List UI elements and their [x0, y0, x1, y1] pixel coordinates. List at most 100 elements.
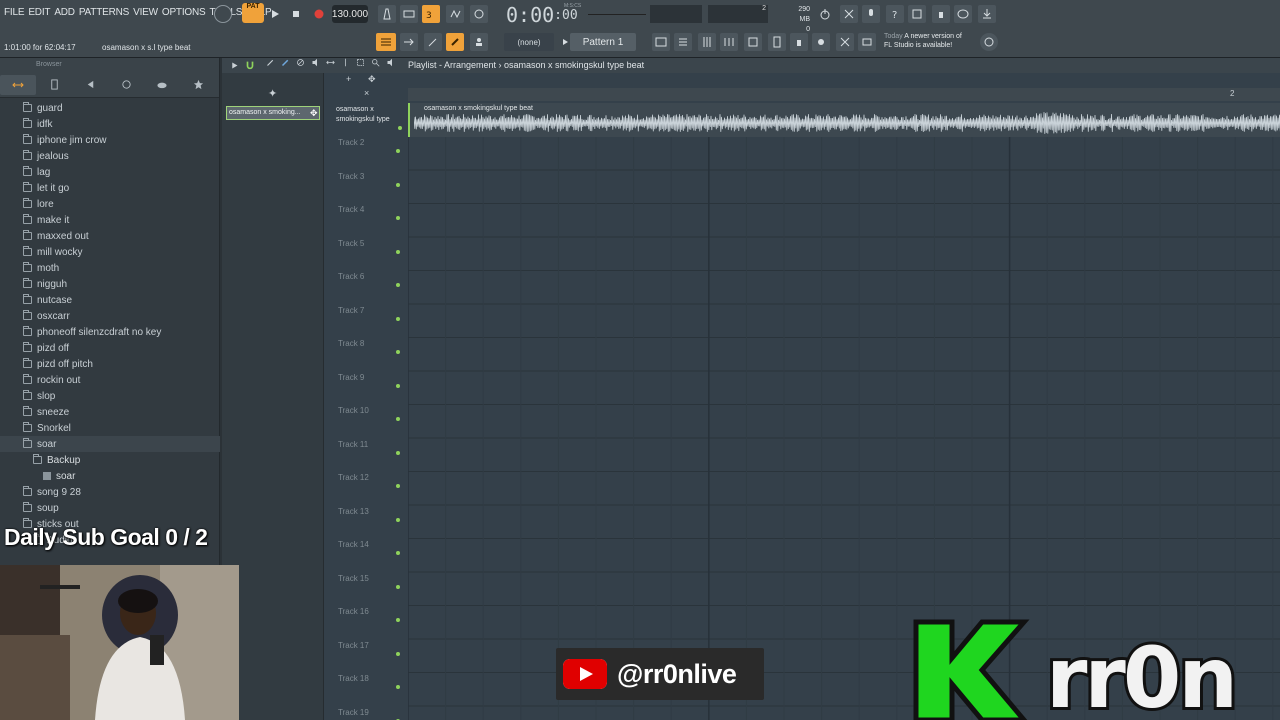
mixer-button[interactable]	[698, 33, 716, 51]
slice-tool[interactable]	[341, 58, 354, 72]
playlist-view-button[interactable]	[376, 33, 396, 51]
track-led[interactable]	[396, 249, 400, 254]
browser-tab-all[interactable]	[0, 74, 36, 95]
news-panel[interactable]: Today A newer version of FL Studio is av…	[884, 32, 962, 50]
track-head[interactable]: Track 18	[334, 672, 404, 706]
browser-folder[interactable]: song 9 28	[0, 484, 220, 500]
panic-button[interactable]	[840, 5, 858, 23]
track-head[interactable]: Track 2	[334, 136, 404, 170]
browser-folder[interactable]: sneeze	[0, 404, 220, 420]
track-led[interactable]	[396, 316, 400, 321]
track-head[interactable]: Track 11	[334, 438, 404, 472]
record-button[interactable]	[310, 5, 328, 23]
browser-folder[interactable]: phoneoff silenzcdraft no key	[0, 324, 220, 340]
track-led[interactable]	[396, 350, 400, 354]
track-head[interactable]: Track 13	[334, 505, 404, 539]
blend-notes-button[interactable]	[446, 5, 464, 23]
track-led[interactable]	[396, 517, 400, 522]
track-head[interactable]: Track 16	[334, 605, 404, 639]
track-led[interactable]	[396, 551, 400, 555]
browser-folder[interactable]: slop	[0, 388, 220, 404]
track-led[interactable]	[396, 283, 400, 287]
browser-folder[interactable]: let it go	[0, 180, 220, 196]
browser-folder[interactable]: Backup	[0, 452, 220, 468]
menu-options[interactable]: OPTIONS	[162, 7, 206, 18]
delete-tool[interactable]	[296, 58, 309, 72]
track-led[interactable]	[396, 182, 400, 187]
track-led[interactable]	[396, 383, 400, 388]
menu-patterns[interactable]: PATTERNS	[79, 7, 129, 18]
track-head[interactable]: Track 15	[334, 572, 404, 606]
stamp-button[interactable]	[470, 33, 488, 51]
news-toggle-button[interactable]	[858, 33, 876, 51]
audio-input-button[interactable]	[862, 5, 880, 23]
pattern-song-toggle[interactable]: PAT	[242, 3, 264, 23]
track-head[interactable]: Track 6	[334, 270, 404, 304]
hint-icon[interactable]	[214, 5, 232, 23]
browser-folder[interactable]: nigguh	[0, 276, 220, 292]
browser-folder[interactable]: jealous	[0, 148, 220, 164]
audio-clip[interactable]: osamason x smokingskul type beat	[408, 103, 1280, 137]
menu-add[interactable]: ADD	[54, 7, 75, 18]
track-head[interactable]: Track 17	[334, 639, 404, 673]
help-button[interactable]: ?	[886, 5, 904, 23]
master-volume-slider[interactable]	[588, 8, 646, 20]
pattern-selector[interactable]: Pattern 1	[570, 33, 636, 51]
track-led[interactable]	[396, 149, 400, 153]
slip-tool[interactable]	[326, 58, 339, 72]
browser-toggle-button[interactable]	[720, 33, 738, 51]
browser-tab-back[interactable]	[72, 75, 108, 95]
touch-keyboard-button[interactable]	[812, 33, 830, 51]
mute-tool[interactable]	[311, 58, 324, 72]
draw-tool[interactable]	[266, 58, 279, 72]
play-button[interactable]	[266, 5, 284, 23]
snap-magnet-button[interactable]	[243, 58, 256, 72]
browser-tab-files[interactable]	[36, 75, 72, 95]
timeline-ruler[interactable]: 2	[408, 88, 1280, 101]
track-led[interactable]	[396, 484, 400, 488]
plugin-button[interactable]	[932, 5, 950, 23]
browser-folder[interactable]: Snorkel	[0, 420, 220, 436]
menu-edit[interactable]: EDIT	[28, 7, 50, 18]
browser-folder[interactable]: mill wocky	[0, 244, 220, 260]
track-led[interactable]	[396, 584, 400, 589]
browser-folder[interactable]: maxxed out	[0, 228, 220, 244]
track-led[interactable]	[396, 651, 400, 656]
browser-folder[interactable]: make it	[0, 212, 220, 228]
menu-view[interactable]: VIEW	[133, 7, 158, 18]
playhead[interactable]	[408, 103, 410, 137]
countdown-button[interactable]: 3	[422, 5, 440, 23]
track-head[interactable]: Track 9	[334, 371, 404, 405]
playlist-menu-button[interactable]	[228, 58, 241, 72]
piano-roll-button[interactable]	[652, 33, 670, 51]
close-track-icon[interactable]: ×	[364, 88, 369, 98]
track-led[interactable]	[396, 450, 400, 455]
picker-expand-icon[interactable]: ✦	[268, 87, 277, 100]
track-head-1[interactable]: osamason x smokingskul type beat	[336, 105, 406, 125]
update-button[interactable]	[980, 33, 998, 51]
browser-tab-favorites[interactable]	[180, 75, 216, 95]
picker-clip[interactable]: osamason x smoking...	[226, 106, 320, 120]
save-button[interactable]	[908, 5, 926, 23]
plugin-picker-button[interactable]	[790, 33, 808, 51]
browser-tab-plugins[interactable]	[108, 75, 144, 95]
paint-tool[interactable]	[281, 58, 294, 72]
track-led[interactable]	[396, 618, 400, 622]
add-track-icon[interactable]: +	[346, 74, 351, 84]
track-resize-icon[interactable]: ✥	[368, 74, 376, 85]
browser-folder[interactable]: moth	[0, 260, 220, 276]
loop-record-button[interactable]	[470, 5, 488, 23]
project-browser-button[interactable]	[768, 33, 786, 51]
channel-rack-button[interactable]	[674, 33, 692, 51]
track-head[interactable]: Track 7	[334, 304, 404, 338]
browser-folder[interactable]: guard	[0, 100, 220, 116]
wait-input-button[interactable]	[400, 5, 418, 23]
browser-tab-cloud[interactable]	[144, 75, 180, 95]
stop-button[interactable]	[287, 5, 305, 23]
plugin-database-button[interactable]	[744, 33, 762, 51]
track-head[interactable]: Track 8	[334, 337, 404, 371]
browser-folder[interactable]: nutcase	[0, 292, 220, 308]
track-led[interactable]	[396, 216, 400, 220]
browser-file[interactable]: soar	[0, 468, 220, 484]
zoom-tool[interactable]	[371, 58, 384, 72]
